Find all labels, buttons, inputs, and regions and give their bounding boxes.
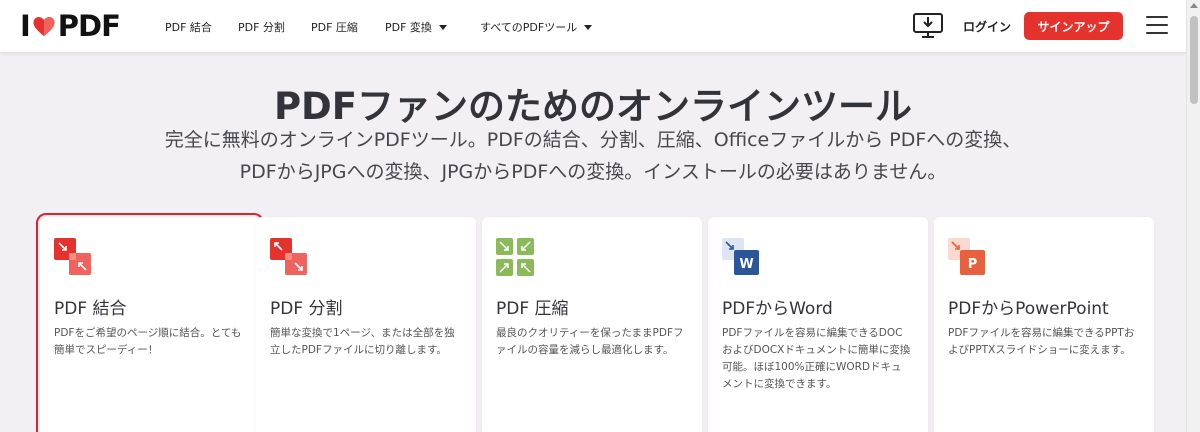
tool-card-merge-pdf[interactable]: PDF 結合 PDFをご希望のページ順に結合。とても簡単でスピーディー！: [36, 213, 264, 432]
tool-card-pdf-to-word[interactable]: W PDFからWord PDFファイルを容易に編集できるDOCおよびDOCXドキ…: [708, 217, 928, 432]
tool-card-title: PDF 結合: [54, 299, 127, 319]
login-link[interactable]: ログイン: [963, 18, 1011, 35]
hero-title: PDFファンのためのオンラインツール: [273, 85, 913, 128]
hero-subtitle: 完全に無料のオンラインPDFツール。PDFの結合、分割、圧縮、Officeファイ…: [0, 124, 1186, 188]
hamburger-menu-icon[interactable]: [1146, 16, 1168, 34]
tool-card-compress-pdf[interactable]: PDF 圧縮 最良のクオリティーを保ったままPDFファイルの容量を減らし最適化し…: [482, 217, 702, 432]
ilovepdf-logo[interactable]: I PDF: [20, 9, 121, 43]
tool-card-description: 最良のクオリティーを保ったままPDFファイルの容量を減らし最適化します。: [496, 327, 684, 356]
tool-card-split-pdf[interactable]: PDF 分割 簡単な変換で1ページ、または全部を独立したPDFファイルに切り離し…: [256, 217, 476, 432]
powerpoint-icon: P: [948, 238, 985, 275]
nav-all-tools-dropdown[interactable]: すべてのPDFツール: [480, 19, 593, 35]
split-icon: [270, 238, 307, 275]
hero-subtitle-line-2: PDFからJPGへの変換、JPGからPDFへの変換。インストールの必要はありませ…: [239, 161, 947, 183]
nav-split-pdf-label: PDF 分割: [238, 21, 285, 34]
tool-card-title: PDFからPowerPoint: [948, 299, 1109, 319]
logo-text-i: I: [20, 9, 31, 43]
word-icon: W: [722, 238, 759, 275]
nav-merge-pdf-label: PDF 結合: [165, 21, 212, 34]
vertical-scrollbar[interactable]: [1186, 0, 1200, 432]
nav-convert-pdf-dropdown[interactable]: PDF 変換: [385, 19, 447, 35]
nav-split-pdf[interactable]: PDF 分割: [238, 19, 285, 35]
compress-icon: [496, 238, 534, 276]
top-navigation-bar: I PDF PDF 結合 PDF 分割 PDF 圧縮 PDF 変換 すべてのPD…: [0, 0, 1186, 52]
tool-card-description: PDFファイルを容易に編集できるPPTおよびPPTXスライドショーに変えます。: [948, 327, 1135, 356]
nav-convert-pdf-label: PDF 変換: [385, 21, 432, 34]
nav-merge-pdf[interactable]: PDF 結合: [165, 19, 212, 35]
scroll-up-arrow-icon[interactable]: [1190, 3, 1198, 8]
nav-all-tools-label: すべてのPDFツール: [480, 21, 578, 34]
hero-subtitle-line-1: 完全に無料のオンラインPDFツール。PDFの結合、分割、圧縮、Officeファイ…: [164, 129, 1022, 151]
tool-card-description: PDFをご希望のページ順に結合。とても簡単でスピーディー！: [54, 327, 242, 356]
tool-card-title: PDF 分割: [270, 299, 343, 319]
tool-card-description: PDFファイルを容易に編集できるDOCおよびDOCXドキュメントに簡単に変換可能…: [722, 327, 911, 390]
scrollbar-thumb[interactable]: [1190, 16, 1198, 104]
caret-down-icon: [584, 24, 593, 30]
tool-card-pdf-to-powerpoint[interactable]: P PDFからPowerPoint PDFファイルを容易に編集できるPPTおよび…: [934, 217, 1154, 432]
tool-card-title: PDFからWord: [722, 299, 833, 319]
heart-icon: [33, 17, 55, 36]
caret-down-icon: [438, 24, 447, 30]
nav-compress-pdf-label: PDF 圧縮: [311, 21, 358, 34]
svg-text:W: W: [739, 257, 753, 272]
nav-compress-pdf[interactable]: PDF 圧縮: [311, 19, 358, 35]
logo-text-pdf: PDF: [57, 9, 121, 43]
merge-icon: [54, 238, 91, 275]
svg-text:P: P: [968, 257, 978, 272]
desktop-download-icon[interactable]: [912, 12, 944, 40]
tool-card-description: 簡単な変換で1ページ、または全部を独立したPDFファイルに切り離します。: [270, 327, 455, 356]
signup-button[interactable]: サインアップ: [1024, 12, 1123, 40]
tool-card-title: PDF 圧縮: [496, 299, 569, 319]
